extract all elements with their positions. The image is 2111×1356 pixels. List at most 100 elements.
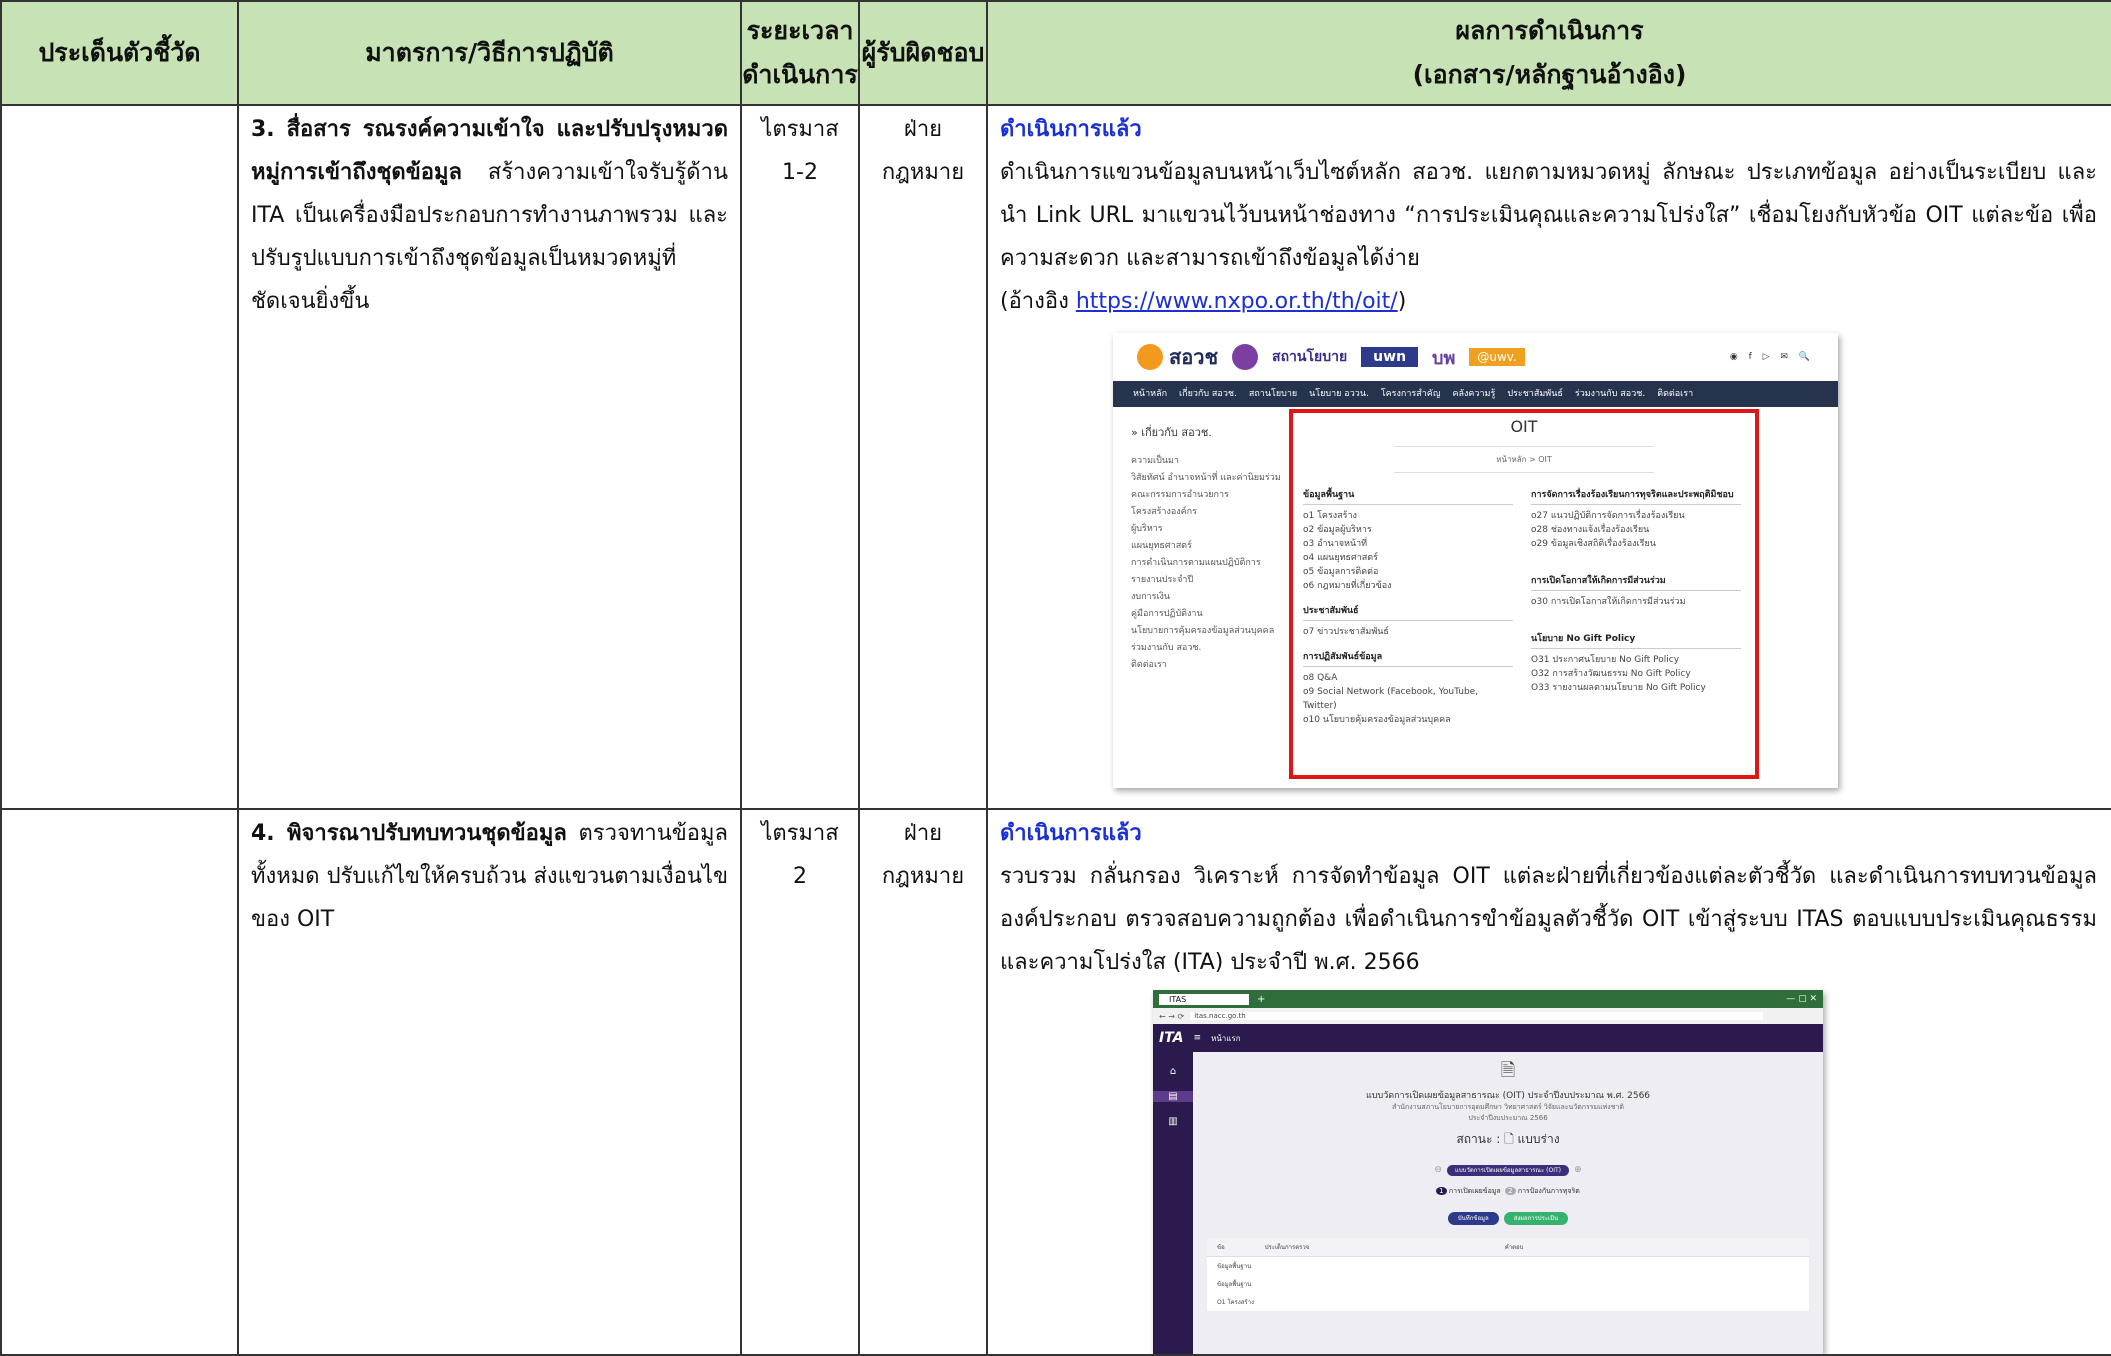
section-title[interactable]: การปฏิสัมพันธ์ข้อมูล (1303, 649, 1513, 667)
nav-item[interactable]: หน้าหลัก (1133, 387, 1167, 401)
save-button[interactable]: บันทึกข้อมูล (1447, 1212, 1499, 1225)
highlight-box: OIT หน้าหลัก > OIT ข้อมูลพื้นฐาน o1 โครง… (1289, 409, 1759, 779)
action-buttons: บันทึกข้อมูล ส่งผลการประเมิน (1193, 1205, 1823, 1225)
oit-item[interactable]: o9 Social Network (Facebook, YouTube, Tw… (1303, 685, 1513, 713)
new-tab-icon[interactable]: + (1257, 994, 1265, 1005)
nav-item[interactable]: ร่วมงานกับ สอวช. (1575, 387, 1645, 401)
next-icon[interactable]: ⊕ (1574, 1165, 1582, 1175)
header-measure: มาตรการ/วิธีการปฏิบัติ (237, 0, 742, 106)
address-bar[interactable]: itas.nacc.go.th (1190, 1012, 1763, 1020)
measure-cell: 4. พิจารณาปรับทบทวนชุดข้อมูล ตรวจทานข้อม… (237, 808, 742, 1356)
form-switcher: ⊖ แบบวัดการเปิดเผยข้อมูลสาธารณะ (OIT) ⊕ (1193, 1157, 1823, 1176)
oit-item[interactable]: o2 ข้อมูลผู้บริหาร (1303, 523, 1513, 537)
oit-item[interactable]: O33 รายงานผลตามนโยบาย No Gift Policy (1531, 681, 1741, 695)
oit-item[interactable]: O32 การสร้างวัฒนธรรม No Gift Policy (1531, 667, 1741, 681)
nav-item[interactable]: เกี่ยวกับ สอวช. (1179, 387, 1237, 401)
sidebar-link[interactable]: ร่วมงานกับ สอวช. (1131, 640, 1281, 657)
oit-item[interactable]: O31 ประกาศนโยบาย No Gift Policy (1531, 653, 1741, 667)
sidebar-link[interactable]: คู่มือการปฏิบัติงาน (1131, 606, 1281, 623)
oit-item[interactable]: o5 ข้อมูลการติดต่อ (1303, 565, 1513, 579)
browser-tab[interactable]: ITAS (1159, 993, 1249, 1005)
period-cell: ไตรมาส 2 (740, 808, 860, 1356)
oit-left-column: ข้อมูลพื้นฐาน o1 โครงสร้าง o2 ข้อมูลผู้บ… (1303, 487, 1513, 727)
result-cell: ดำเนินการแล้ว ดำเนินการแขวนข้อมูลบนหน้าเ… (986, 104, 2111, 810)
menu-icon[interactable]: ≡ (1194, 1033, 1202, 1043)
status-done: ดำเนินการแล้ว (1000, 821, 1142, 846)
report-icon[interactable]: ▥ (1153, 1116, 1193, 1127)
prev-icon[interactable]: ⊖ (1434, 1165, 1442, 1175)
sidebar-link[interactable]: ผู้บริหาร (1131, 521, 1281, 538)
nav-item[interactable]: คลังความรู้ (1452, 387, 1495, 401)
browser-toolbar: ← → ⟳ itas.nacc.go.th (1153, 1008, 1823, 1024)
oit-title: OIT (1510, 417, 1538, 436)
oit-item[interactable]: o1 โครงสร้าง (1303, 509, 1513, 523)
partner-logo: บพ (1432, 347, 1456, 369)
submit-button[interactable]: ส่งผลการประเมิน (1503, 1212, 1569, 1225)
sidebar-link[interactable]: งบการเงิน (1131, 589, 1281, 606)
status-done: ดำเนินการแล้ว (1000, 117, 1142, 142)
app-header: ITA ≡ หน้าแรก (1153, 1024, 1823, 1052)
oit-item[interactable]: o7 ข่าวประชาสัมพันธ์ (1303, 625, 1513, 639)
indicator-cell (0, 808, 239, 1356)
browser-tabbar: ITAS + — ▢ ✕ (1153, 990, 1823, 1008)
table-row: 4. พิจารณาปรับทบทวนชุดข้อมูล ตรวจทานข้อม… (0, 808, 2111, 1356)
form-chip[interactable]: แบบวัดการเปิดเผยข้อมูลสาธารณะ (OIT) (1447, 1165, 1569, 1176)
table-row[interactable]: ข้อมูลพื้นฐาน (1207, 1257, 1809, 1275)
sidebar-link[interactable]: แผนยุทธศาสตร์ (1131, 538, 1281, 555)
measure-title: 4. พิจารณาปรับทบทวนชุดข้อมูล (251, 821, 567, 846)
oit-item[interactable]: o27 แนวปฏิบัติการจัดการเรื่องร้องเรียน (1531, 509, 1741, 523)
badge-logo: uwn (1361, 347, 1419, 367)
oit-item[interactable]: o28 ช่องทางแจ้งเรื่องร้องเรียน (1531, 523, 1741, 537)
reference-link[interactable]: https://www.nxpo.or.th/th/oit/ (1076, 289, 1398, 314)
nav-item[interactable]: ติดต่อเรา (1657, 387, 1693, 401)
header-result: ผลการดำเนินการ (เอกสาร/หลักฐานอ้างอิง) (986, 0, 2111, 106)
nav-item[interactable]: นโยบาย อววน. (1309, 387, 1369, 401)
badge-logo-2: @uwv. (1469, 348, 1525, 366)
header-owner: ผู้รับผิดชอบ (858, 0, 988, 106)
social-icons[interactable]: ◉ f ▷ ✉ 🔍 (1730, 352, 1814, 362)
reference-line: (อ้างอิง https://www.nxpo.or.th/th/oit/) (1000, 289, 1407, 314)
sidebar-link[interactable]: โครงสร้างองค์กร (1131, 504, 1281, 521)
nav-item[interactable]: ประชาสัมพันธ์ (1507, 387, 1563, 401)
sidebar-link[interactable]: วิสัยทัศน์ อำนาจหน้าที่ และค่านิยมร่วม (1131, 470, 1281, 487)
oit-item[interactable]: o3 อำนาจหน้าที่ (1303, 537, 1513, 551)
menu-home[interactable]: หน้าแรก (1211, 1032, 1241, 1045)
itas-screenshot: ITAS + — ▢ ✕ ← → ⟳ itas.nacc.go.th ITA ≡… (1153, 990, 1823, 1353)
oit-item[interactable]: o10 นโยบายคุ้มครองข้อมูลส่วนบุคคล (1303, 713, 1513, 727)
sidebar-link[interactable]: คณะกรรมการอำนวยการ (1131, 487, 1281, 504)
section-title[interactable]: ประชาสัมพันธ์ (1303, 603, 1513, 621)
nav-item[interactable]: สถานโยบาย (1249, 387, 1297, 401)
measure-cell: 3. สื่อสาร รณรงค์ความเข้าใจ และปรับปรุงห… (237, 104, 742, 810)
indicator-cell (0, 104, 239, 810)
oit-item[interactable]: o30 การเปิดโอกาสให้เกิดการมีส่วนร่วม (1531, 595, 1741, 609)
sidebar-link[interactable]: การดำเนินการตามแผนปฏิบัติการ (1131, 555, 1281, 572)
table-row[interactable]: ข้อมูลพื้นฐาน (1207, 1275, 1809, 1293)
oit-item[interactable]: o29 ข้อมูลเชิงสถิติเรื่องร้องเรียน (1531, 537, 1741, 551)
site-sidebar: » เกี่ยวกับ สอวช. ความเป็นมา วิสัยทัศน์ … (1131, 423, 1281, 674)
nav-arrows-icon[interactable]: ← → ⟳ (1159, 1012, 1184, 1021)
oit-item[interactable]: o6 กฎหมายที่เกี่ยวข้อง (1303, 579, 1513, 593)
section-title[interactable]: นโยบาย No Gift Policy (1531, 631, 1741, 649)
form-year: ประจำปีงบประมาณ 2566 (1468, 1114, 1548, 1122)
home-icon[interactable]: ⌂ (1153, 1066, 1193, 1077)
header-period: ระยะเวลา ดำเนินการ (740, 0, 860, 106)
oit-item[interactable]: o8 Q&A (1303, 671, 1513, 685)
header-indicator: ประเด็นตัวชี้วัด (0, 0, 239, 106)
emblem-icon (1232, 344, 1259, 370)
sidebar-link[interactable]: นโยบายการคุ้มครองข้อมูลส่วนบุคคล (1131, 623, 1281, 640)
window-controls[interactable]: — ▢ ✕ (1786, 994, 1823, 1004)
oit-item[interactable]: o4 แผนยุทธศาสตร์ (1303, 551, 1513, 565)
section-title[interactable]: ข้อมูลพื้นฐาน (1303, 487, 1513, 505)
sidebar-link[interactable]: รายงานประจำปี (1131, 572, 1281, 589)
sidebar-link[interactable]: ความเป็นมา (1131, 453, 1281, 470)
table-row[interactable]: O1 โครงสร้าง (1207, 1293, 1809, 1311)
header-row: ประเด็นตัวชี้วัด มาตรการ/วิธีการปฏิบัติ … (0, 0, 2111, 106)
section-title[interactable]: การจัดการเรื่องร้องเรียนการทุจริตและประพ… (1531, 487, 1741, 505)
website-screenshot: สอวช สถานโยบาย uwn บพ @uwv. ◉ f ▷ ✉ 🔍 หน… (1113, 333, 1838, 788)
result-cell: ดำเนินการแล้ว รวบรวม กลั่นกรอง วิเคราะห์… (986, 808, 2111, 1356)
section-title[interactable]: การเปิดโอกาสให้เกิดการมีส่วนร่วม (1531, 573, 1741, 591)
sidebar-link[interactable]: ติดต่อเรา (1131, 657, 1281, 674)
app-logo: ITA (1159, 1030, 1184, 1046)
nav-item[interactable]: โครงการสำคัญ (1381, 387, 1441, 401)
form-icon[interactable]: ▤ (1153, 1091, 1193, 1102)
